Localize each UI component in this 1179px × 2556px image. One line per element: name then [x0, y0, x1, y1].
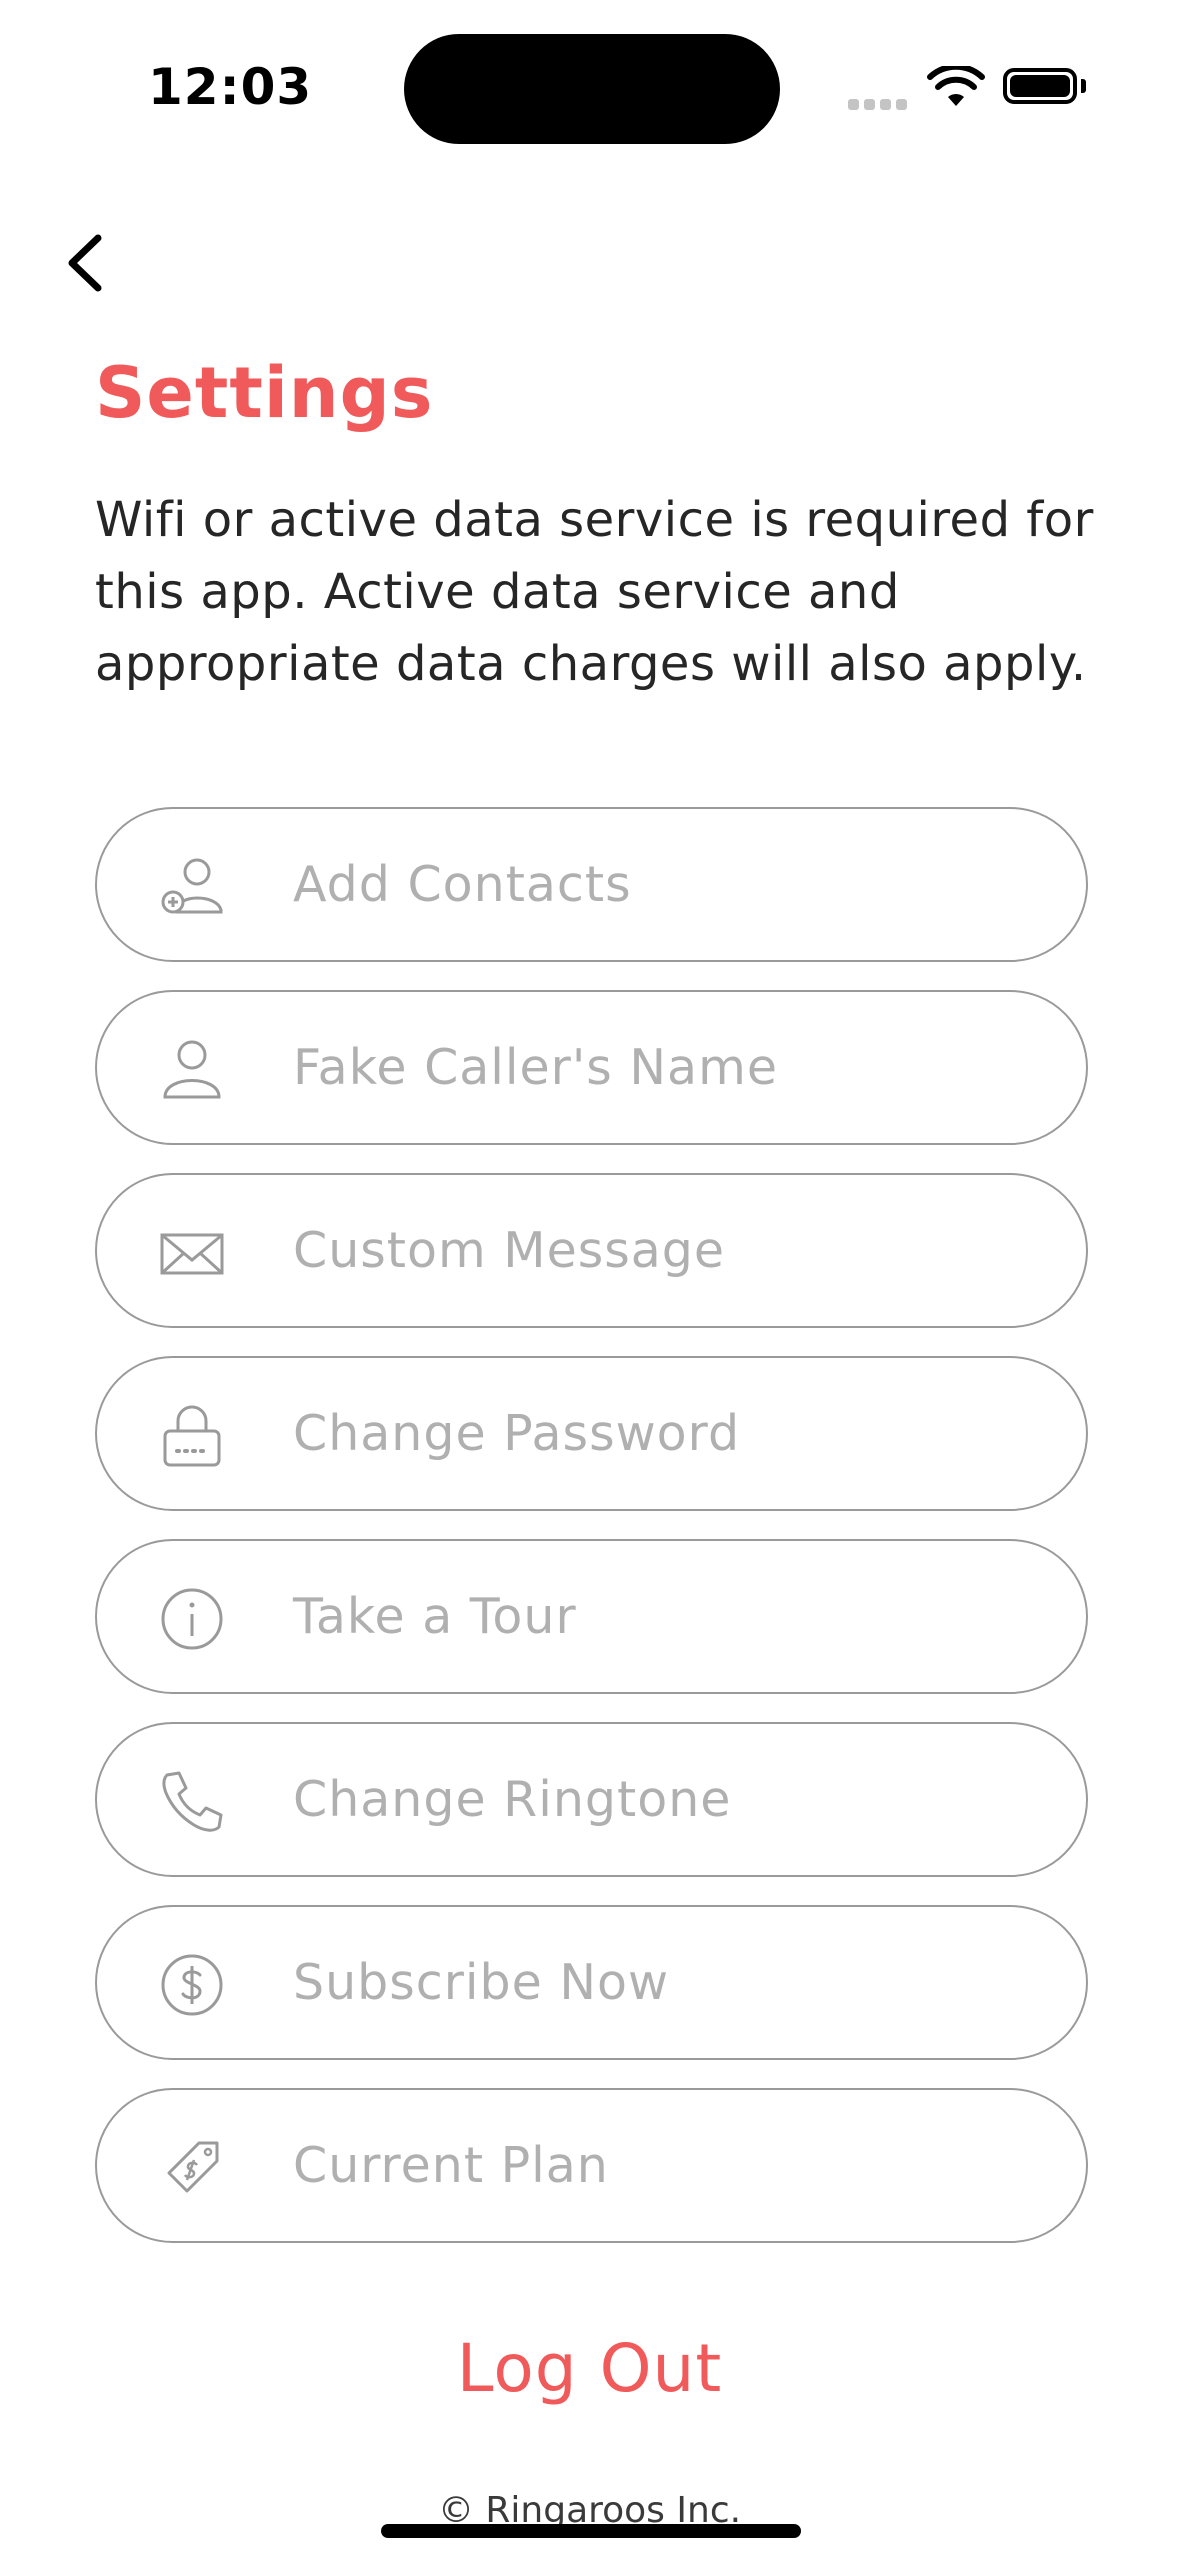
custom-message-label: Custom Message	[293, 1222, 726, 1279]
change-password-button[interactable]: Change Password	[95, 1356, 1088, 1511]
take-a-tour-button[interactable]: Take a Tour	[95, 1539, 1088, 1694]
person-icon	[163, 1040, 221, 1099]
current-plan-button[interactable]: Current Plan	[95, 2088, 1088, 2243]
status-time: 12:03	[148, 58, 313, 116]
phone-icon	[162, 1771, 223, 1832]
wifi-icon	[927, 66, 985, 106]
price-tag-icon	[167, 2141, 219, 2193]
info-icon	[161, 1588, 223, 1650]
add-contact-icon	[161, 858, 223, 914]
dollar-icon	[161, 1954, 223, 2016]
change-password-label: Change Password	[293, 1405, 741, 1462]
home-indicator[interactable]	[381, 2524, 801, 2538]
cellular-signal-icon	[848, 95, 912, 114]
envelope-icon	[160, 1233, 224, 1275]
back-button[interactable]	[58, 228, 118, 298]
data-service-notice: Wifi or active data service is required …	[95, 492, 1094, 692]
fake-caller-name-button[interactable]: Fake Caller's Name	[95, 990, 1088, 1145]
subscribe-now-label: Subscribe Now	[293, 1954, 670, 2011]
dynamic-island	[404, 34, 780, 144]
settings-menu: Add Contacts Fake Caller's Name Custom M…	[95, 807, 1088, 2271]
chevron-left-icon	[68, 234, 102, 292]
lock-icon	[163, 1405, 221, 1467]
add-contacts-label: Add Contacts	[293, 856, 632, 913]
add-contacts-button[interactable]: Add Contacts	[95, 807, 1088, 962]
page-title: Settings	[95, 352, 434, 434]
battery-icon	[1003, 68, 1077, 104]
log-out-button[interactable]: Log Out	[0, 2330, 1179, 2407]
take-a-tour-label: Take a Tour	[293, 1588, 577, 1645]
fake-caller-name-label: Fake Caller's Name	[293, 1039, 778, 1096]
custom-message-button[interactable]: Custom Message	[95, 1173, 1088, 1328]
current-plan-label: Current Plan	[293, 2137, 609, 2194]
status-bar: 12:03	[0, 0, 1179, 170]
subscribe-now-button[interactable]: Subscribe Now	[95, 1905, 1088, 2060]
change-ringtone-button[interactable]: Change Ringtone	[95, 1722, 1088, 1877]
change-ringtone-label: Change Ringtone	[293, 1771, 732, 1828]
